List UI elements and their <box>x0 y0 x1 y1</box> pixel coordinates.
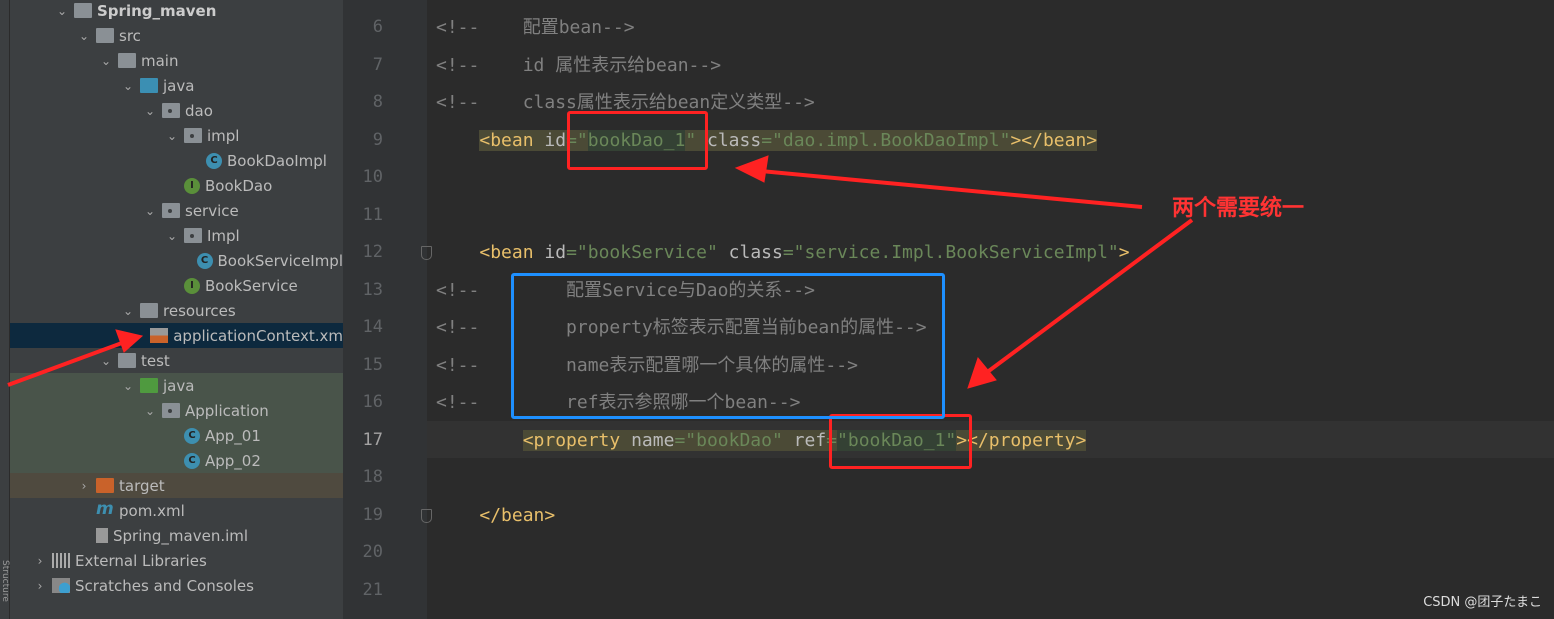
annotation-arrows <box>7 155 1194 389</box>
line-number: 8 <box>372 92 383 112</box>
line-number: 13 <box>362 279 383 300</box>
fold-marker-icon[interactable] <box>421 508 432 523</box>
line-number: 21 <box>362 579 383 600</box>
line-number: 16 <box>362 392 383 412</box>
arrow-to-ref <box>980 218 1194 378</box>
line-number: 15 <box>362 354 383 375</box>
line-number: 7 <box>372 54 383 75</box>
line-number: 11 <box>362 204 383 225</box>
arrow-head <box>734 155 769 183</box>
line-number: 17 <box>362 429 383 450</box>
arrow-to-file <box>7 338 131 387</box>
line-number: 10 <box>362 167 383 187</box>
line-number: 6 <box>372 17 383 37</box>
line-number: 19 <box>362 504 383 525</box>
arrow-head <box>115 329 144 353</box>
fold-marker-icon[interactable] <box>421 246 432 260</box>
arrow-head <box>967 356 997 389</box>
line-number: 12 <box>362 242 383 262</box>
line-number: 14 <box>362 317 383 337</box>
line-number: 9 <box>372 129 383 150</box>
watermark: CSDN @团子たまこ <box>1423 595 1542 610</box>
arrow-to-bean-id <box>749 168 1143 209</box>
line-number: 20 <box>362 542 383 562</box>
line-number: 18 <box>362 467 383 487</box>
